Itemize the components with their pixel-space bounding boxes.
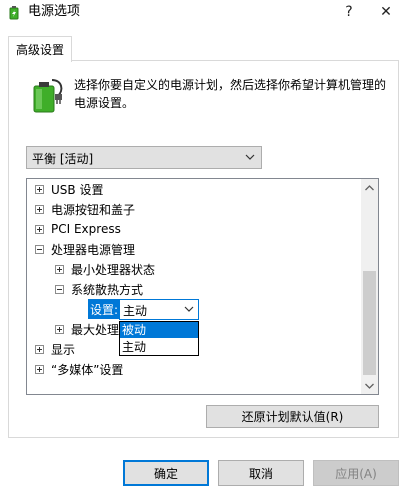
tree-item-label: 最小处理器状态 [71,262,156,277]
tree-item-label: PCI Express [51,222,121,236]
help-button[interactable]: ? [329,0,369,24]
power-plan-select[interactable]: 平衡 [活动] [26,146,262,169]
scroll-up-button[interactable] [361,179,378,196]
scroll-thumb[interactable] [363,271,376,375]
tree-item-cooling-policy[interactable]: 系统散热方式 [55,279,143,299]
description-text: 选择你要自定义的电源计划，然后选择你希望计算机管理的电源设置。 [74,78,387,110]
expand-icon[interactable] [35,364,44,374]
battery-plug-icon [33,79,63,113]
title-bar: 电源选项 ? ✕ [0,0,406,24]
expand-icon[interactable] [35,184,44,194]
settings-tree[interactable]: USB 设置 电源按钮和盖子 PCI Express 处理器电源管理 最小处理器… [26,178,379,395]
tab-advanced-settings[interactable]: 高级设置 [8,36,72,62]
expand-icon[interactable] [35,224,44,234]
power-options-icon [9,6,19,20]
close-button[interactable]: ✕ [366,0,406,24]
chevron-down-icon [184,306,194,312]
tab-bar: 高级设置 [0,24,406,62]
expand-icon[interactable] [55,264,64,274]
tree-item-usb[interactable]: USB 设置 [35,179,103,199]
restore-defaults-button[interactable]: 还原计划默认值(R) [206,405,379,428]
chevron-down-icon [245,154,255,160]
window-title: 电源选项 [28,4,81,19]
tree-item-label: USB 设置 [51,182,104,197]
tree-item-label: 显示 [51,342,76,357]
cancel-button[interactable]: 取消 [218,460,304,486]
setting-label: 设置: [88,299,121,319]
tree-item-display[interactable]: 显示 [35,339,75,359]
tree-item-label: 电源按钮和盖子 [51,202,136,217]
tree-scrollbar[interactable] [361,179,378,394]
ok-button[interactable]: 确定 [123,460,209,486]
expand-icon[interactable] [35,204,44,214]
scroll-up-icon [365,184,374,190]
power-plan-value: 平衡 [活动] [32,152,94,166]
cooling-policy-dropdown-list[interactable]: 被动 主动 [119,321,199,356]
scroll-down-button[interactable] [361,377,378,394]
apply-button[interactable]: 应用(A) [313,460,399,486]
cooling-policy-select[interactable]: 主动 [119,299,199,320]
tree-item-label: 系统散热方式 [71,282,144,297]
cooling-policy-value: 主动 [123,304,148,318]
tree-item-power-buttons[interactable]: 电源按钮和盖子 [35,199,135,219]
collapse-icon[interactable] [35,244,44,254]
tree-item-label: 处理器电源管理 [51,242,136,257]
expand-icon[interactable] [35,344,44,354]
collapse-icon[interactable] [55,284,64,294]
tree-item-label: “多媒体”设置 [51,362,124,377]
option-active[interactable]: 主动 [120,339,198,355]
tree-item-multimedia[interactable]: “多媒体”设置 [35,359,123,379]
tree-item-processor-power[interactable]: 处理器电源管理 [35,239,135,259]
tree-item-min-processor-state[interactable]: 最小处理器状态 [55,259,155,279]
option-passive[interactable]: 被动 [120,322,198,338]
scroll-down-icon [365,383,374,389]
tree-item-pci-express[interactable]: PCI Express [35,219,121,239]
expand-icon[interactable] [55,324,64,334]
